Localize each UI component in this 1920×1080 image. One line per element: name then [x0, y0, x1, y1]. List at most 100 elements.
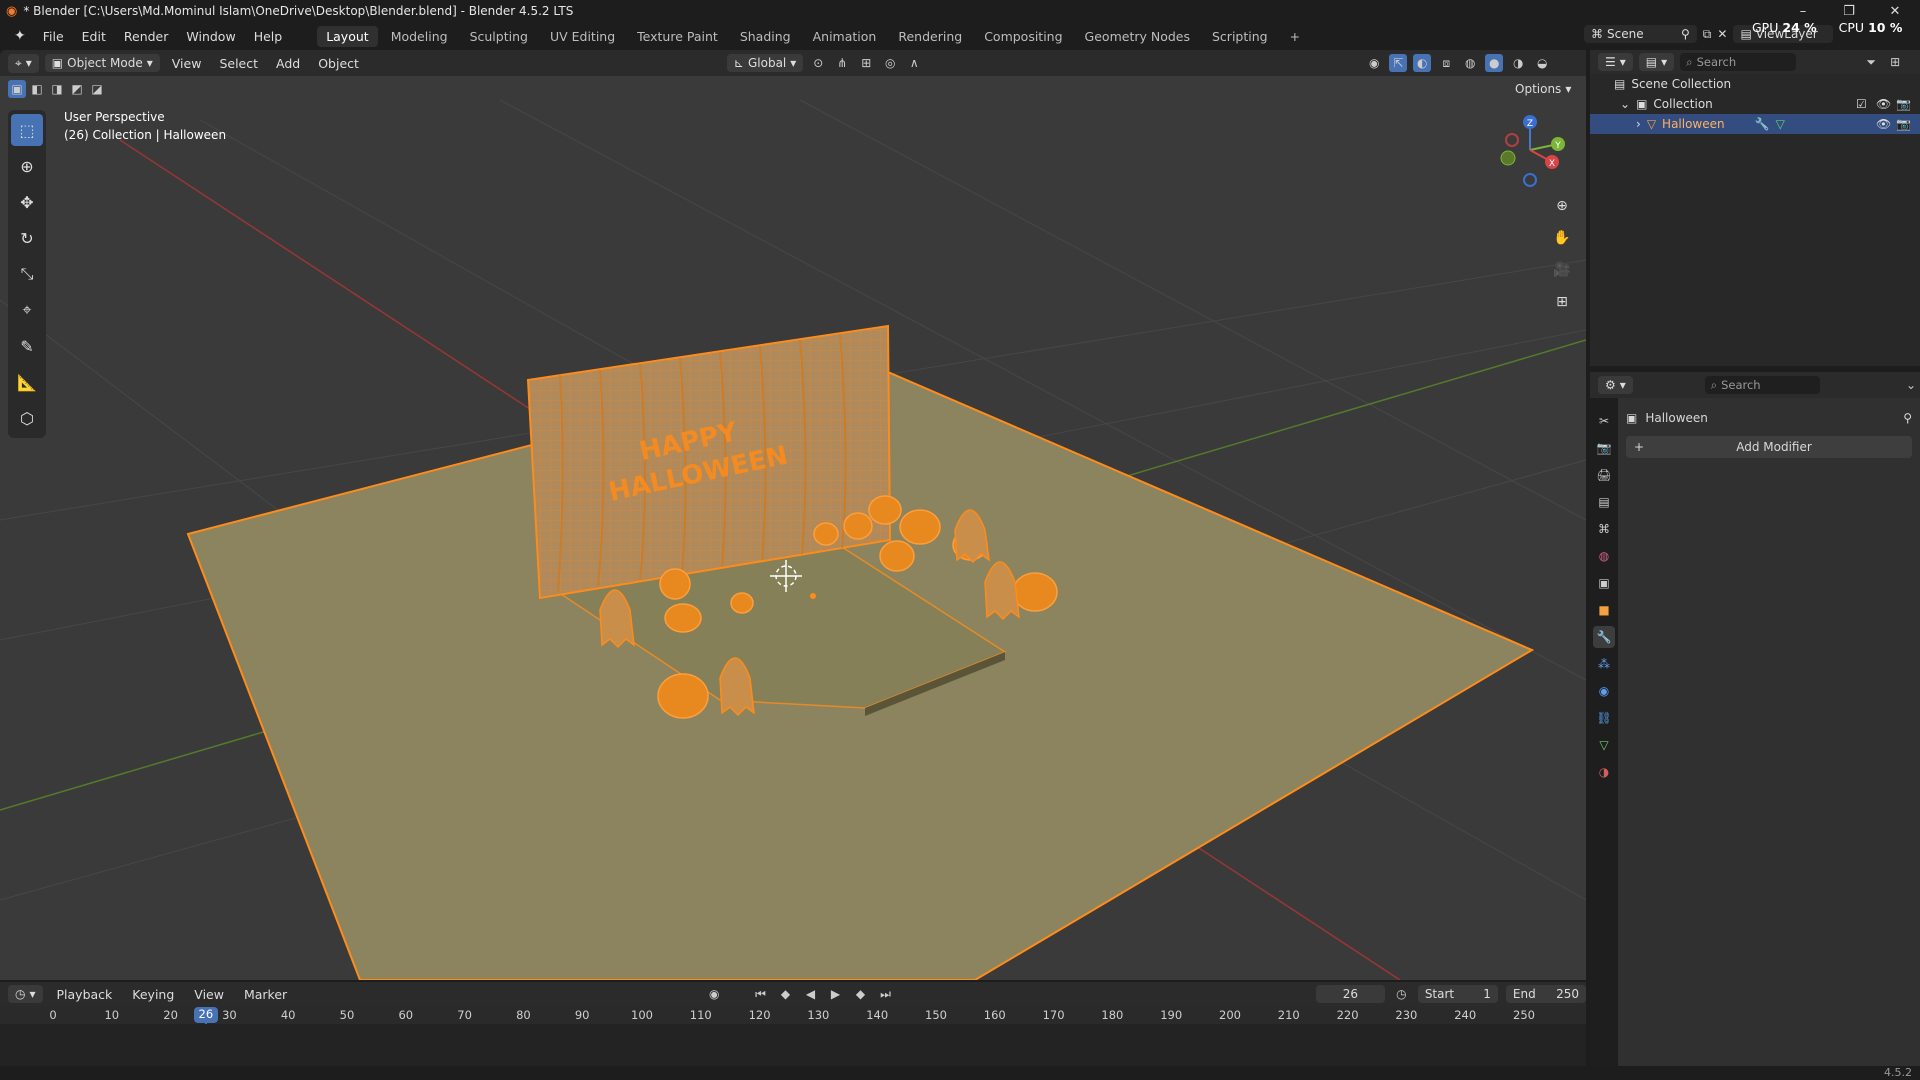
- xray-icon[interactable]: ⧈: [1437, 54, 1455, 72]
- delete-scene-icon[interactable]: ✕: [1717, 27, 1727, 41]
- tab-scripting[interactable]: Scripting: [1203, 26, 1277, 47]
- pin-icon[interactable]: ⚲: [1903, 411, 1912, 425]
- outliner-row-scene-collection[interactable]: ▤ Scene Collection: [1590, 74, 1920, 94]
- close-button[interactable]: ✕: [1872, 0, 1918, 22]
- select-invert-icon[interactable]: ◩: [68, 80, 86, 98]
- select-subtract-icon[interactable]: ◨: [48, 80, 66, 98]
- scene-tab-icon[interactable]: ⌘: [1593, 518, 1615, 540]
- transform-orientation-dropdown[interactable]: ⊾ Global ▾: [726, 54, 804, 72]
- new-collection-icon[interactable]: ⊞: [1886, 53, 1904, 71]
- zoom-icon[interactable]: ⊕: [1548, 192, 1576, 220]
- display-mode-button[interactable]: ▤ ▾: [1638, 53, 1675, 71]
- scene-field[interactable]: ⌘ Scene ⚲: [1584, 25, 1697, 43]
- pin-icon[interactable]: ⚲: [1681, 27, 1690, 41]
- options-button[interactable]: Options ▾: [1508, 80, 1579, 98]
- properties-options-icon[interactable]: ⌄: [1902, 376, 1920, 394]
- outliner-row-collection[interactable]: ⌄ ▣ Collection ☑ 👁 📷: [1590, 94, 1920, 114]
- timeline-editor-button[interactable]: ◷ ▾: [8, 985, 43, 1003]
- tab-animation[interactable]: Animation: [804, 26, 886, 47]
- rendered-shading-icon[interactable]: ◒: [1533, 54, 1551, 72]
- menu-view[interactable]: View: [166, 54, 208, 73]
- checkbox-icon[interactable]: ☑: [1856, 97, 1867, 111]
- menu-help[interactable]: Help: [247, 26, 290, 47]
- tab-layout[interactable]: Layout: [317, 25, 378, 47]
- eye-icon[interactable]: 👁: [1876, 97, 1891, 111]
- properties-search[interactable]: ⌕ Search: [1704, 376, 1821, 394]
- snap-target-icon[interactable]: ⊞: [857, 54, 875, 72]
- editor-type-button[interactable]: ⌖ ▾: [8, 53, 39, 73]
- properties-editor-button[interactable]: ⚙ ▾: [1598, 376, 1633, 394]
- transform-tool-icon[interactable]: ⌖: [11, 294, 43, 326]
- tab-compositing[interactable]: Compositing: [975, 26, 1071, 47]
- preview-range-icon[interactable]: ◷: [1393, 985, 1410, 1003]
- tab-modeling[interactable]: Modeling: [382, 26, 457, 47]
- add-modifier-button[interactable]: + Add Modifier: [1626, 436, 1912, 458]
- menu-file[interactable]: File: [36, 26, 71, 47]
- data-tab-icon[interactable]: ▽: [1593, 734, 1615, 756]
- timeline-area[interactable]: 0 10 20 30 40 50 60 70 80 90 100 110 120 130 140 150 160…: [0, 1006, 1586, 1066]
- render-tab-icon[interactable]: 📷: [1593, 437, 1615, 459]
- jump-end-icon[interactable]: ⏭: [877, 985, 894, 1003]
- ortho-grid-icon[interactable]: ⊞: [1548, 288, 1576, 316]
- menu-playback[interactable]: Playback: [51, 985, 119, 1004]
- end-frame-field[interactable]: End 250: [1505, 985, 1586, 1003]
- solid-shading-icon[interactable]: ●: [1485, 54, 1504, 72]
- filter-icon[interactable]: ⏷: [1862, 53, 1880, 71]
- menu-window[interactable]: Window: [179, 26, 242, 47]
- menu-keying[interactable]: Keying: [126, 985, 180, 1004]
- play-icon[interactable]: ▶: [827, 985, 844, 1003]
- overlay-toggle-icon[interactable]: ◐: [1413, 54, 1432, 72]
- material-tab-icon[interactable]: ◑: [1593, 761, 1615, 783]
- particles-tab-icon[interactable]: ⁂: [1593, 653, 1615, 675]
- collection-tab-icon[interactable]: ▣: [1593, 572, 1615, 594]
- menu-timeline-view[interactable]: View: [188, 985, 230, 1004]
- visibility-icon[interactable]: ◉: [1365, 54, 1383, 72]
- start-frame-field[interactable]: Start 1: [1417, 985, 1498, 1003]
- eye-icon[interactable]: 👁: [1876, 117, 1891, 131]
- annotate-tool-icon[interactable]: ✎: [11, 330, 43, 362]
- menu-object[interactable]: Object: [312, 54, 365, 73]
- outliner-row-halloween[interactable]: › ▽ Halloween 🔧 ▽ 👁 📷: [1590, 114, 1920, 134]
- new-scene-icon[interactable]: ⧉: [1703, 27, 1712, 42]
- move-tool-icon[interactable]: ✥: [11, 186, 43, 218]
- render-camera-icon[interactable]: 📷: [1896, 97, 1911, 111]
- world-tab-icon[interactable]: ◍: [1593, 545, 1615, 567]
- modifier-wrench-icon[interactable]: 🔧: [1755, 117, 1770, 131]
- pivot-icon[interactable]: ⊙: [809, 54, 827, 72]
- blender-menu-icon[interactable]: ✦: [8, 28, 32, 44]
- playhead[interactable]: 26: [193, 1007, 218, 1023]
- add-cube-tool-icon[interactable]: ⬡: [11, 402, 43, 434]
- axis-gizmo-icon[interactable]: Z Y X: [1490, 110, 1570, 190]
- measure-tool-icon[interactable]: 📐: [11, 366, 43, 398]
- camera-view-icon[interactable]: 🎥: [1548, 256, 1576, 284]
- add-workspace-icon[interactable]: +: [1281, 26, 1309, 47]
- snap-icon[interactable]: ⋔: [833, 54, 851, 72]
- view-layer-tab-icon[interactable]: ▤: [1593, 491, 1615, 513]
- restore-button[interactable]: ❐: [1826, 0, 1872, 22]
- menu-edit[interactable]: Edit: [75, 26, 113, 47]
- collapse-arrow-icon[interactable]: ⌄: [1620, 97, 1630, 111]
- proportional-edit-icon[interactable]: ◎: [881, 54, 899, 72]
- select-intersect-icon[interactable]: ◪: [88, 80, 106, 98]
- modifier-tab-icon[interactable]: 🔧: [1593, 626, 1615, 648]
- tab-sculpting[interactable]: Sculpting: [461, 26, 537, 47]
- menu-marker[interactable]: Marker: [238, 985, 293, 1004]
- object-tab-icon[interactable]: ■: [1593, 599, 1615, 621]
- current-frame-field[interactable]: 26: [1316, 985, 1385, 1003]
- tab-uv-editing[interactable]: UV Editing: [541, 26, 624, 47]
- tab-texture-paint[interactable]: Texture Paint: [628, 26, 727, 47]
- expand-arrow-icon[interactable]: ›: [1636, 117, 1641, 131]
- scale-tool-icon[interactable]: ⤡: [11, 258, 43, 290]
- mesh-data-icon[interactable]: ▽: [1776, 117, 1785, 131]
- tab-geometry-nodes[interactable]: Geometry Nodes: [1076, 26, 1199, 47]
- navigation-gizmo[interactable]: Z Y X: [1490, 110, 1570, 190]
- material-shading-icon[interactable]: ◑: [1509, 54, 1527, 72]
- cursor-tool-icon[interactable]: ⊕: [11, 150, 43, 182]
- record-icon[interactable]: ◉: [706, 985, 723, 1003]
- output-tab-icon[interactable]: 🖨: [1593, 464, 1615, 486]
- select-new-icon[interactable]: ▣: [8, 80, 26, 98]
- menu-select[interactable]: Select: [213, 54, 264, 73]
- prev-keyframe-icon[interactable]: ◆: [777, 985, 794, 1003]
- tab-rendering[interactable]: Rendering: [889, 26, 971, 47]
- pan-hand-icon[interactable]: ✋: [1548, 224, 1576, 252]
